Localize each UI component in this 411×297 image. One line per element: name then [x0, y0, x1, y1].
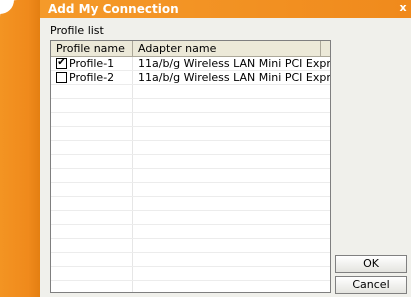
adapter-name: 11a/b/g Wireless LAN Mini PCI Expre...: [138, 57, 331, 70]
profile-list-label: Profile list: [50, 24, 104, 37]
list-item[interactable]: ✔ Profile-1 11a/b/g Wireless LAN Mini PC…: [51, 57, 330, 70]
list-item[interactable]: Profile-2 11a/b/g Wireless LAN Mini PCI …: [51, 71, 330, 84]
row-separator: [51, 126, 330, 127]
profile-list-header: Profile name Adapter name: [51, 41, 330, 57]
title-bar[interactable]: Add My Connection x: [40, 0, 411, 18]
row-separator: [51, 266, 330, 267]
row-separator: [51, 168, 330, 169]
adapter-name: 11a/b/g Wireless LAN Mini PCI Expre...: [138, 71, 331, 84]
column-header-adapter-name[interactable]: Adapter name: [133, 41, 321, 56]
row-separator: [51, 252, 330, 253]
ok-button[interactable]: OK: [335, 255, 407, 273]
row-separator: [51, 210, 330, 211]
profile-name: Profile-2: [69, 71, 115, 84]
profile-list[interactable]: Profile name Adapter name ✔ Profile-1 11…: [50, 40, 331, 293]
row-separator: [51, 196, 330, 197]
profile-name: Profile-1: [69, 57, 115, 70]
cancel-button[interactable]: Cancel: [335, 276, 407, 294]
profile-checkbox[interactable]: ✔: [56, 57, 67, 69]
window-title: Add My Connection: [48, 2, 179, 16]
row-separator: [51, 84, 330, 85]
brand-side-panel-fill: [0, 0, 40, 297]
row-separator: [51, 98, 330, 99]
row-separator: [51, 112, 330, 113]
checkmark-icon: ✔: [57, 57, 66, 68]
column-divider: [132, 57, 133, 292]
row-separator: [51, 238, 330, 239]
row-separator: [51, 154, 330, 155]
close-icon: x: [399, 1, 407, 14]
add-my-connection-dialog: Add My Connection x Profile list Profile…: [40, 0, 411, 297]
row-separator: [51, 280, 330, 281]
profile-checkbox[interactable]: [56, 72, 67, 83]
brand-side-panel: [0, 0, 40, 297]
row-separator: [51, 182, 330, 183]
row-separator: [51, 140, 330, 141]
checkmark-icon: [57, 70, 66, 79]
close-button[interactable]: x: [397, 2, 409, 14]
row-separator: [51, 224, 330, 225]
column-header-profile-name[interactable]: Profile name: [51, 41, 133, 56]
